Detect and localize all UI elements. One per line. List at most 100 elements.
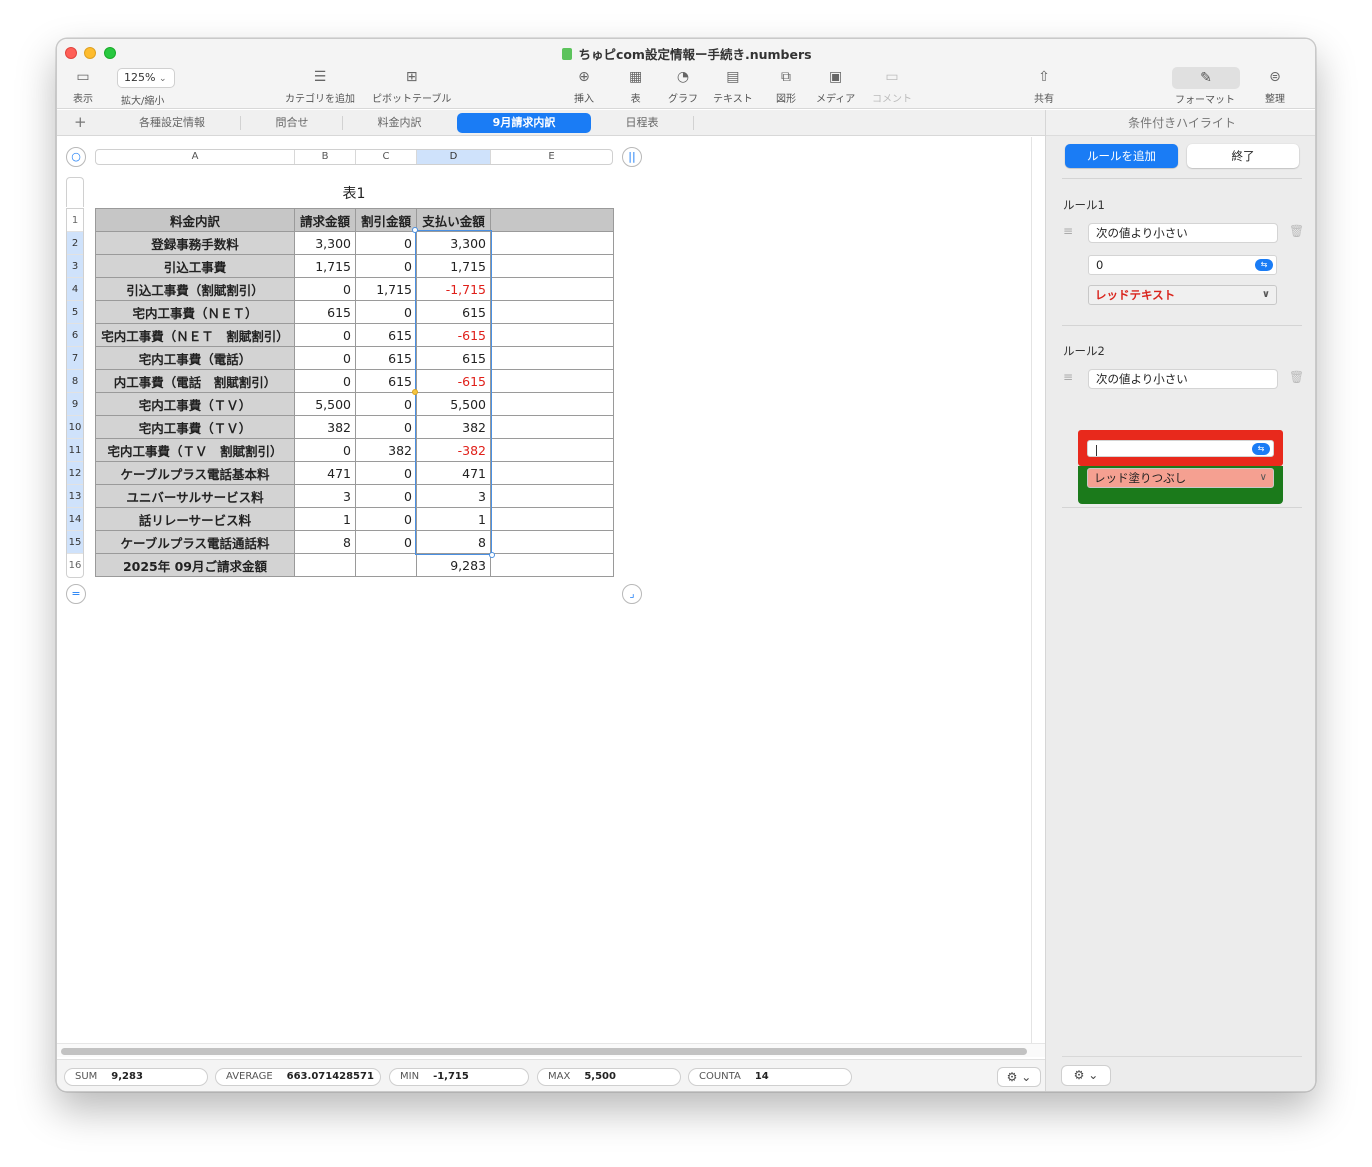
rule1-style-select[interactable]: レッドテキスト ∨ (1088, 285, 1277, 305)
scrollbar-thumb[interactable] (61, 1048, 1027, 1055)
table-cell[interactable]: 0 (355, 415, 417, 439)
header-cell[interactable]: 支払い金額 (416, 208, 491, 232)
table-cell[interactable] (490, 254, 614, 278)
selection-handle[interactable] (412, 227, 418, 233)
table-cell[interactable]: 0 (355, 530, 417, 554)
table-cell[interactable] (490, 438, 614, 462)
table-cell[interactable] (490, 231, 614, 255)
average-stat[interactable]: AVERAGE 663.071428571 (215, 1068, 381, 1086)
sheet-canvas[interactable]: ○ A B C D E || 表1 1 2 3 4 5 6 7 8 9 10 11 12 13 14 15 1… (57, 137, 1032, 1043)
horizontal-scrollbar[interactable] (57, 1043, 1045, 1057)
table-cell[interactable]: 5,500 (416, 392, 491, 416)
row-label-cell[interactable]: 宅内工事費（ＮＥＴ 割賦割引） (95, 323, 295, 347)
tab-fee-breakdown[interactable]: 料金内訳 (347, 113, 452, 133)
comment-button[interactable]: ▭ コメント (872, 67, 912, 105)
table-cell[interactable]: 0 (294, 369, 356, 393)
table-cell[interactable]: -615 (416, 369, 491, 393)
table-cell[interactable]: 0 (294, 323, 356, 347)
tab-schedule[interactable]: 日程表 (597, 113, 687, 133)
row-label-cell[interactable]: ケーブルプラス電話基本料 (95, 461, 295, 485)
table-select-handle[interactable]: ○ (66, 147, 86, 167)
text-button[interactable]: ▤ テキスト (713, 67, 753, 105)
table-cell[interactable]: 8 (294, 530, 356, 554)
status-options-button[interactable]: ⚙ ⌄ (997, 1067, 1041, 1087)
shape-button[interactable]: ⧉ 図形 (776, 67, 796, 105)
table-cell[interactable] (490, 392, 614, 416)
table-cell[interactable]: 1,715 (355, 277, 417, 301)
row-header[interactable]: 15 (67, 531, 83, 554)
sum-stat[interactable]: SUM 9,283 (64, 1068, 208, 1086)
table-cell[interactable]: 1 (416, 507, 491, 531)
table-cell[interactable] (490, 415, 614, 439)
row-header[interactable]: 10 (67, 416, 83, 439)
table-cell[interactable]: 0 (355, 484, 417, 508)
table-cell[interactable]: 0 (355, 392, 417, 416)
table-cell[interactable]: 615 (355, 369, 417, 393)
tab-inquiry[interactable]: 問合せ (247, 113, 337, 133)
view-button[interactable]: ▭ 表示 (73, 67, 93, 105)
organize-button[interactable]: ⊜ 整理 (1265, 67, 1285, 105)
table-cell[interactable]: 3 (416, 484, 491, 508)
table-cell[interactable]: -382 (416, 438, 491, 462)
table-cell[interactable]: 8 (416, 530, 491, 554)
drag-handle-icon[interactable]: ≡ (1063, 224, 1073, 238)
table-cell[interactable] (490, 507, 614, 531)
row-label-cell[interactable]: 2025年 09月ご請求金額 (95, 553, 295, 577)
row-header[interactable]: 8 (67, 370, 83, 393)
media-button[interactable]: ▣ メディア (816, 67, 855, 105)
rule1-condition-select[interactable]: 次の値より小さい (1088, 223, 1278, 243)
tab-settings-info[interactable]: 各種設定情報 (117, 113, 227, 133)
tab-september-billing[interactable]: 9月請求内訳 (457, 113, 591, 133)
header-cell[interactable]: 料金内訳 (95, 208, 295, 232)
min-stat[interactable]: MIN -1,715 (389, 1068, 529, 1086)
table-cell[interactable]: 5,500 (294, 392, 356, 416)
rule2-condition-select[interactable]: 次の値より小さい (1088, 369, 1278, 389)
row-label-cell[interactable]: 内工事費（電話 割賦割引） (95, 369, 295, 393)
rule2-style-select[interactable]: レッド塗りつぶし ∨ (1087, 468, 1274, 488)
table-cell[interactable]: -1,715 (416, 277, 491, 301)
row-label-cell[interactable]: 話リレーサービス料 (95, 507, 295, 531)
drag-handle-icon[interactable]: ≡ (1063, 370, 1073, 384)
column-header-c[interactable]: C (356, 150, 417, 164)
table-cell[interactable] (490, 530, 614, 554)
selection-handle[interactable] (489, 552, 495, 558)
table-cell[interactable] (294, 553, 356, 577)
row-header[interactable]: 11 (67, 439, 83, 462)
rule2-value-input[interactable]: ⇆ (1087, 440, 1274, 457)
format-button[interactable]: ✎ (1172, 67, 1240, 89)
table-cell[interactable] (490, 461, 614, 485)
table-cell[interactable]: 0 (355, 254, 417, 278)
add-row-handle[interactable]: = (66, 584, 86, 604)
table-cell[interactable] (490, 484, 614, 508)
row-header[interactable]: 12 (67, 462, 83, 485)
row-label-cell[interactable]: 登録事務手数料 (95, 231, 295, 255)
insert-button[interactable]: ⊕ 挿入 (574, 67, 594, 105)
row-header[interactable]: 14 (67, 508, 83, 531)
row-header[interactable]: 3 (67, 255, 83, 278)
row-header[interactable]: 1 (67, 209, 83, 232)
table-cell[interactable]: 0 (355, 461, 417, 485)
row-label-cell[interactable]: 宅内工事費（電話） (95, 346, 295, 370)
add-category-button[interactable]: ☰ カテゴリを追加 (285, 67, 355, 105)
add-sheet-button[interactable]: + (74, 113, 87, 131)
table-cell[interactable] (490, 346, 614, 370)
trash-icon[interactable]: 🗑 (1289, 224, 1304, 238)
selection-handle[interactable] (412, 389, 418, 395)
zoom-select[interactable]: 125% ⌄ (117, 68, 175, 88)
table-cell[interactable]: 3,300 (294, 231, 356, 255)
row-label-cell[interactable]: 宅内工事費（ＴＶ） (95, 392, 295, 416)
cell-reference-icon[interactable]: ⇆ (1255, 259, 1273, 271)
pivot-table-button[interactable]: ⊞ ピボットテーブル (372, 67, 451, 105)
table-cell[interactable]: 0 (294, 438, 356, 462)
done-button[interactable]: 終了 (1187, 144, 1299, 168)
row-header[interactable]: 6 (67, 324, 83, 347)
table-cell[interactable]: 615 (355, 323, 417, 347)
table-cell[interactable]: -615 (416, 323, 491, 347)
header-cell[interactable]: 割引金額 (355, 208, 417, 232)
row-header[interactable]: 2 (67, 232, 83, 255)
add-column-handle[interactable]: || (622, 147, 642, 167)
table-cell[interactable]: 471 (294, 461, 356, 485)
table-cell[interactable]: 0 (355, 507, 417, 531)
table-cell[interactable]: 0 (294, 277, 356, 301)
rule1-value-input[interactable]: 0 ⇆ (1088, 255, 1277, 275)
